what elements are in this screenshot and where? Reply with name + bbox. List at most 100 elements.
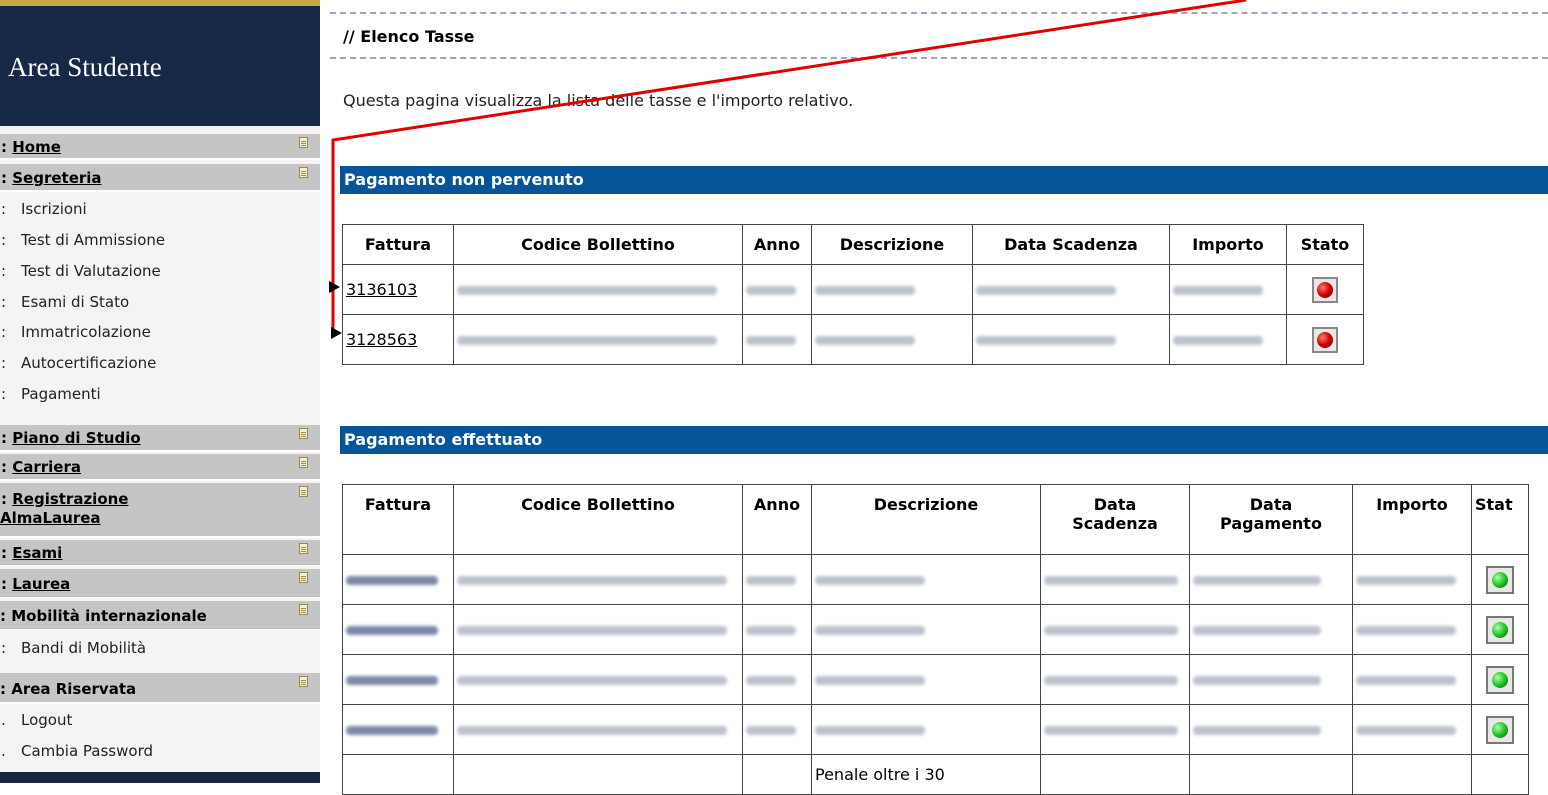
- sidebar-item-autocertificazione[interactable]: : Autocertificazione: [0, 354, 320, 372]
- sidebar-section-mobilita: : Mobilità internazionale: [0, 601, 320, 631]
- sidebar-link-laurea[interactable]: Laurea: [12, 575, 70, 593]
- cell-descrizione-redacted: [811, 314, 973, 365]
- section-header-non-pervenuto: Pagamento non pervenuto: [340, 166, 1548, 194]
- table-header-row: Fattura Codice Bollettino Anno Descrizio…: [342, 224, 1364, 265]
- item-prefix: :: [1, 639, 7, 657]
- cell-data-redacted: [972, 314, 1170, 365]
- col-header-importo: Importo: [1352, 484, 1472, 555]
- sidebar-item-label[interactable]: Autocertificazione: [21, 354, 156, 372]
- cell-stato: [1471, 654, 1529, 705]
- sidebar-item-label[interactable]: Test di Ammissione: [21, 231, 165, 249]
- section-prefix: :: [1, 575, 7, 593]
- col-header-stato: Stato: [1286, 224, 1364, 265]
- redacted-text: [457, 286, 717, 295]
- col-header-anno: Anno: [742, 224, 812, 265]
- sidebar-item-test-ammissione[interactable]: : Test di Ammissione: [0, 231, 320, 249]
- redacted-text: [1173, 286, 1263, 295]
- cell-fattura-redacted[interactable]: [342, 604, 454, 655]
- cell-fattura-redacted[interactable]: [342, 654, 454, 705]
- redacted-text: [976, 336, 1116, 345]
- item-prefix: :: [1, 293, 7, 311]
- col-header-fattura: Fattura: [342, 224, 454, 265]
- redacted-link[interactable]: [346, 576, 438, 585]
- table-row: [342, 654, 1529, 705]
- sidebar-link-registrazione[interactable]: Registrazione: [12, 490, 128, 508]
- redacted-text: [1356, 626, 1456, 635]
- redacted-text: [1044, 576, 1178, 585]
- col-header-importo: Importo: [1169, 224, 1287, 265]
- sidebar-item-label[interactable]: Cambia Password: [21, 742, 153, 760]
- redacted-link[interactable]: [346, 626, 438, 635]
- cell-scadenza-redacted: [1040, 554, 1190, 605]
- sidebar-link-carriera[interactable]: Carriera: [12, 458, 81, 476]
- page-icon: [299, 428, 308, 439]
- page-title: // Elenco Tasse: [343, 27, 475, 46]
- sidebar-section-esami[interactable]: : Esami: [0, 540, 320, 567]
- redacted-text: [815, 626, 925, 635]
- sidebar-section-carriera[interactable]: : Carriera: [0, 454, 320, 481]
- redacted-text: [815, 676, 925, 685]
- sidebar-title: Area Studente: [8, 52, 162, 82]
- col-header-anno: Anno: [742, 484, 812, 555]
- sidebar-item-label[interactable]: Test di Valutazione: [21, 262, 161, 280]
- header-line: Data: [1249, 495, 1293, 514]
- redacted-text: [815, 726, 925, 735]
- redacted-text: [976, 286, 1116, 295]
- item-prefix: :: [1, 354, 7, 372]
- cell-codice-redacted: [453, 704, 743, 755]
- redacted-link[interactable]: [346, 676, 438, 685]
- cell-pagamento-redacted: [1189, 554, 1353, 605]
- sidebar-item-pagamenti[interactable]: : Pagamenti: [0, 385, 320, 403]
- sidebar-section-home[interactable]: : Home: [0, 134, 320, 160]
- sidebar-item-test-valutazione[interactable]: : Test di Valutazione: [0, 262, 320, 280]
- sidebar-link-piano-studio[interactable]: Piano di Studio: [12, 429, 140, 447]
- sidebar-link-home[interactable]: Home: [12, 138, 61, 156]
- table-row: [342, 604, 1529, 655]
- cell-fattura-redacted[interactable]: [342, 554, 454, 605]
- sidebar-item-label[interactable]: Iscrizioni: [21, 200, 87, 218]
- sidebar-item-label[interactable]: Bandi di Mobilità: [21, 639, 146, 657]
- sidebar-item-esami-stato[interactable]: : Esami di Stato: [0, 293, 320, 311]
- sidebar-item-label[interactable]: Esami di Stato: [21, 293, 129, 311]
- sidebar-item-cambia-password[interactable]: . Cambia Password: [0, 742, 320, 760]
- sidebar-item-iscrizioni[interactable]: : Iscrizioni: [0, 200, 320, 218]
- sidebar-item-immatricolazione[interactable]: : Immatricolazione: [0, 323, 320, 341]
- sidebar-item-label[interactable]: Immatricolazione: [21, 323, 151, 341]
- sidebar-link-esami[interactable]: Esami: [12, 544, 62, 562]
- redacted-text: [457, 576, 727, 585]
- sidebar-item-label[interactable]: Pagamenti: [21, 385, 101, 403]
- page-icon: [299, 543, 308, 554]
- sidebar-item-label[interactable]: Logout: [21, 711, 72, 729]
- table-row-partial: Penale oltre i 30: [342, 754, 1529, 795]
- cell-empty: [453, 754, 743, 795]
- cell-fattura-redacted[interactable]: [342, 704, 454, 755]
- item-prefix: :: [1, 262, 7, 280]
- fattura-link[interactable]: 3128563: [346, 330, 417, 349]
- sidebar-link-almalaurea[interactable]: AlmaLaurea: [0, 509, 101, 527]
- sidebar-item-logout[interactable]: . Logout: [0, 711, 320, 729]
- status-green-icon: [1486, 565, 1514, 594]
- cell-codice-redacted: [453, 314, 743, 365]
- sidebar-section-segreteria[interactable]: : Segreteria: [0, 164, 320, 192]
- cell-empty: [1040, 754, 1190, 795]
- redacted-text: [1356, 676, 1456, 685]
- item-prefix: :: [1, 385, 7, 403]
- sidebar-section-laurea[interactable]: : Laurea: [0, 569, 320, 599]
- cell-fattura: 3136103: [342, 264, 454, 315]
- status-red-icon: [1312, 326, 1338, 353]
- col-header-data-pagamento: Data Pagamento: [1189, 484, 1353, 555]
- fattura-link[interactable]: 3136103: [346, 280, 417, 299]
- sidebar-section-registrazione[interactable]: : Registrazione AlmaLaurea: [0, 483, 320, 538]
- cell-empty: [1352, 754, 1472, 795]
- sidebar-item-bandi-mobilita[interactable]: : Bandi di Mobilità: [0, 639, 320, 657]
- cell-stato: [1286, 314, 1364, 365]
- col-header-codice: Codice Bollettino: [453, 224, 743, 265]
- cell-scadenza-redacted: [1040, 704, 1190, 755]
- redacted-link[interactable]: [346, 726, 438, 735]
- sidebar: Area Studente : Home : Segreteria : Iscri…: [0, 0, 320, 783]
- item-prefix: .: [1, 742, 6, 760]
- sidebar-section-piano-studio[interactable]: : Piano di Studio: [0, 425, 320, 452]
- cell-empty: [1471, 754, 1529, 795]
- redacted-text: [815, 286, 915, 295]
- sidebar-link-segreteria[interactable]: Segreteria: [12, 169, 101, 187]
